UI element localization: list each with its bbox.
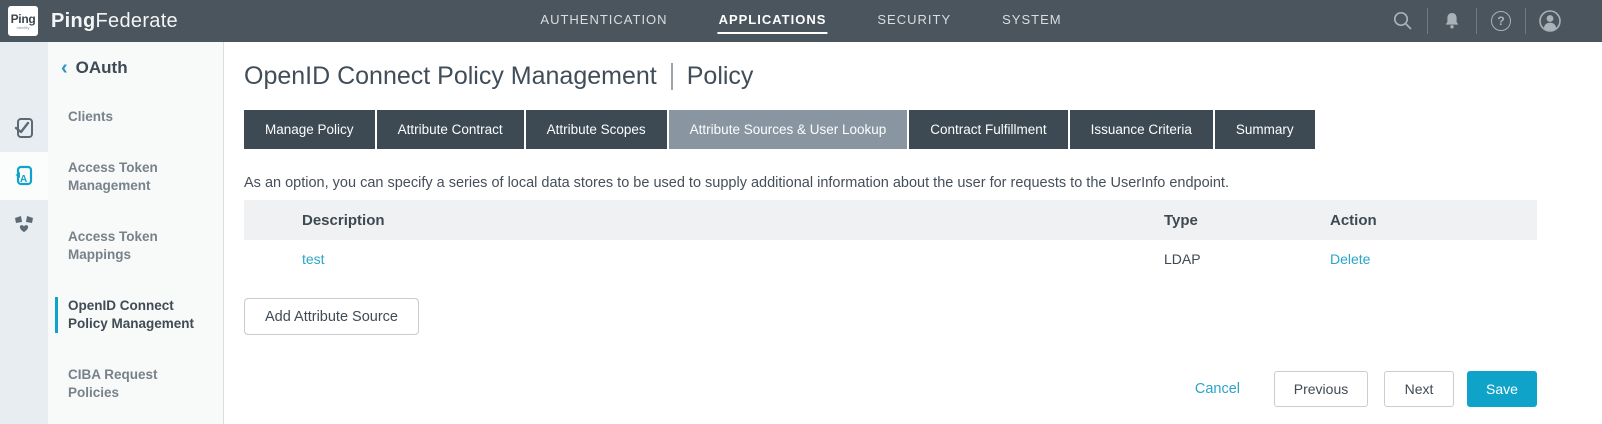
header-divider xyxy=(1476,8,1477,34)
app-header: Ping Identity PingFederate AUTHENTICATIO… xyxy=(0,0,1602,42)
table-row: test LDAP Delete xyxy=(244,240,1537,278)
table-header-row: Description Type Action xyxy=(244,200,1537,240)
wizard-tabs: Manage Policy Attribute Contract Attribu… xyxy=(244,110,1537,149)
cancel-link[interactable]: Cancel xyxy=(1195,381,1240,397)
rail-access-glyph: A xyxy=(20,174,27,185)
attribute-source-type: LDAP xyxy=(1164,251,1330,267)
main-content: OpenID Connect Policy Management Policy … xyxy=(224,42,1602,424)
column-header-action: Action xyxy=(1330,212,1537,229)
attribute-source-link[interactable]: test xyxy=(302,251,325,267)
page-title: OpenID Connect Policy Management Policy xyxy=(244,62,1537,91)
header-divider xyxy=(1427,8,1428,34)
icon-rail: A xyxy=(0,42,48,424)
sidebar-back-oauth[interactable]: ‹ OAuth xyxy=(61,58,223,78)
app-title-rest: Federate xyxy=(96,10,178,32)
tab-contract-fulfillment[interactable]: Contract Fulfillment xyxy=(909,110,1067,149)
column-header-type: Type xyxy=(1164,212,1330,229)
sidebar-item-ciba-request-policies[interactable]: CIBA Request Policies xyxy=(55,366,205,402)
app-title-bold: Ping xyxy=(51,10,96,32)
nav-security[interactable]: SECURITY xyxy=(876,8,952,34)
header-actions: ? xyxy=(1391,8,1602,34)
delete-link[interactable]: Delete xyxy=(1330,251,1370,267)
footer-actions: Cancel Previous Next Save xyxy=(244,371,1537,407)
previous-button[interactable]: Previous xyxy=(1274,371,1368,407)
add-attribute-source-button[interactable]: Add Attribute Source xyxy=(244,298,419,335)
clients-rail-icon[interactable] xyxy=(0,104,48,152)
sidebar-items: Clients Access Token Management Access T… xyxy=(55,108,223,402)
attribute-sources-table: Description Type Action test LDAP Delete xyxy=(244,200,1537,278)
help-icon[interactable]: ? xyxy=(1489,9,1513,33)
tab-attribute-scopes[interactable]: Attribute Scopes xyxy=(526,110,667,149)
save-button[interactable]: Save xyxy=(1467,371,1537,407)
nav-authentication[interactable]: AUTHENTICATION xyxy=(539,8,668,34)
sidebar-item-access-token-management[interactable]: Access Token Management xyxy=(55,159,205,195)
sidebar: ‹ OAuth Clients Access Token Management … xyxy=(48,42,224,424)
header-divider xyxy=(1525,8,1526,34)
access-token-rail-icon[interactable]: A xyxy=(0,152,48,200)
app-title: PingFederate xyxy=(51,10,178,33)
notifications-bell-icon[interactable] xyxy=(1440,9,1464,33)
nav-system[interactable]: SYSTEM xyxy=(1001,8,1062,34)
top-navigation: AUTHENTICATION APPLICATIONS SECURITY SYS… xyxy=(539,8,1062,34)
sidebar-section-title: OAuth xyxy=(76,58,128,78)
page-title-main: OpenID Connect Policy Management xyxy=(244,62,657,91)
ping-logo-text: Ping xyxy=(11,13,36,25)
sidebar-item-clients[interactable]: Clients xyxy=(55,108,205,126)
tab-issuance-criteria[interactable]: Issuance Criteria xyxy=(1070,110,1213,149)
nav-applications[interactable]: APPLICATIONS xyxy=(718,8,828,34)
mappings-rail-icon[interactable] xyxy=(0,200,48,248)
sidebar-item-openid-connect-policy-management[interactable]: OpenID Connect Policy Management xyxy=(55,297,205,333)
chevron-left-icon: ‹ xyxy=(61,59,68,77)
page-title-sub: Policy xyxy=(687,62,754,91)
tab-attribute-contract[interactable]: Attribute Contract xyxy=(377,110,524,149)
column-header-description: Description xyxy=(244,212,1164,229)
search-icon[interactable] xyxy=(1391,9,1415,33)
ping-logo-subtext: Identity xyxy=(17,26,30,30)
page-description: As an option, you can specify a series o… xyxy=(244,175,1537,191)
help-glyph: ? xyxy=(1497,14,1504,28)
tab-manage-policy[interactable]: Manage Policy xyxy=(244,110,375,149)
next-button[interactable]: Next xyxy=(1384,371,1454,407)
tab-attribute-sources-user-lookup[interactable]: Attribute Sources & User Lookup xyxy=(669,110,908,149)
tab-summary[interactable]: Summary xyxy=(1215,110,1315,149)
ping-logo: Ping Identity xyxy=(8,6,38,36)
title-separator xyxy=(671,63,673,90)
user-avatar-icon[interactable] xyxy=(1538,9,1562,33)
sidebar-item-access-token-mappings[interactable]: Access Token Mappings xyxy=(55,228,205,264)
